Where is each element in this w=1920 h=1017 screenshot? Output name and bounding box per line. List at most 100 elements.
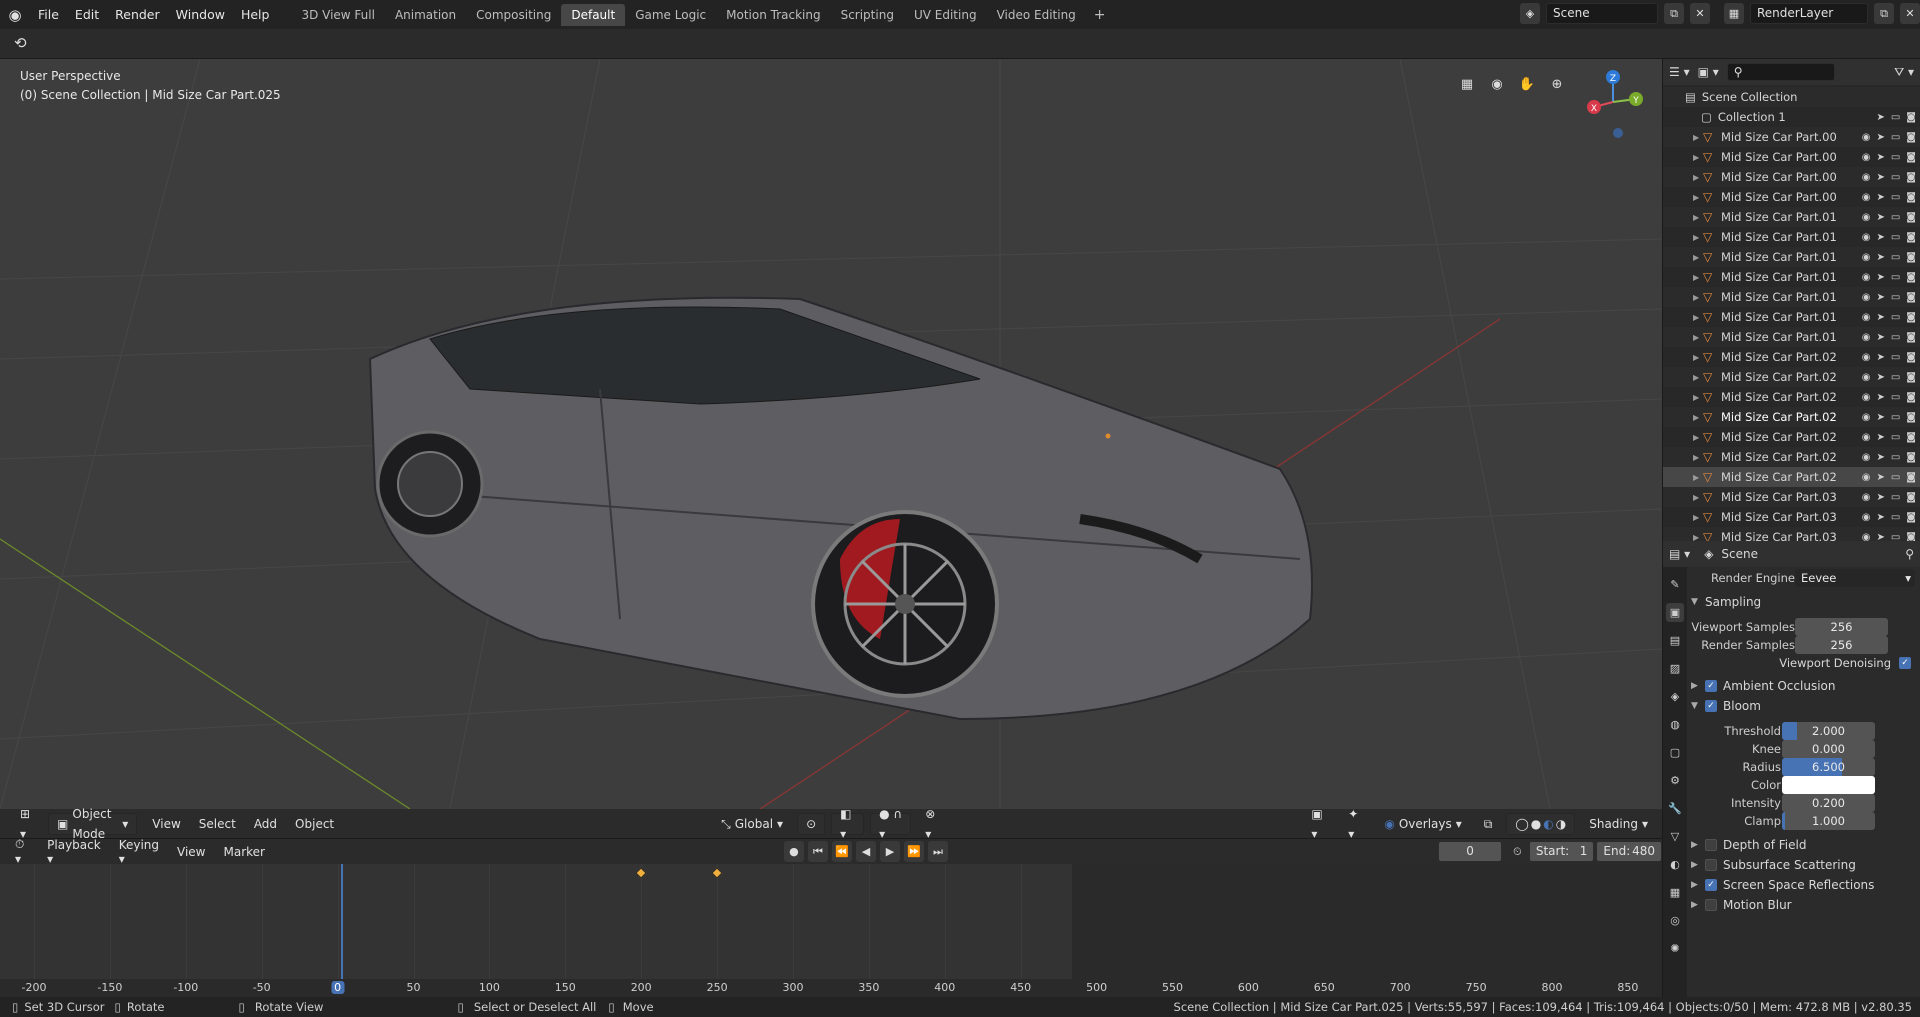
sss-checkbox[interactable] xyxy=(1705,859,1717,871)
select-icon[interactable]: ➤ xyxy=(1876,112,1884,123)
outliner-object-row[interactable]: ▶ ▽ Mid Size Car Part.00 ◉ ➤ ▭ ◙ xyxy=(1663,187,1920,207)
outliner-object-row[interactable]: ▶ ▽ Mid Size Car Part.01 ◉ ➤ ▭ ◙ xyxy=(1663,227,1920,247)
expand-arrow-icon[interactable]: ▶ xyxy=(1693,193,1703,202)
select-icon[interactable]: ➤ xyxy=(1876,132,1884,143)
viewport-denoising-row[interactable]: Viewport Denoising ✓ xyxy=(1687,652,1920,674)
outliner-search-input[interactable]: ⚲ xyxy=(1726,63,1835,81)
outliner-object-row[interactable]: ▶ ▽ Mid Size Car Part.03 ◉ ➤ ▭ ◙ xyxy=(1663,507,1920,527)
eye-icon[interactable]: ◉ xyxy=(1862,492,1871,503)
select-icon[interactable]: ➤ xyxy=(1876,152,1884,163)
expand-arrow-icon[interactable]: ▶ xyxy=(1693,173,1703,182)
car-model[interactable] xyxy=(368,296,1313,721)
close-scene-icon[interactable]: ✕ xyxy=(1690,3,1710,24)
current-frame-field[interactable]: 0 xyxy=(1437,841,1503,862)
outliner-object-row[interactable]: ▶ ▽ Mid Size Car Part.00 ◉ ➤ ▭ ◙ xyxy=(1663,167,1920,187)
bloom-panel[interactable]: ▼ ✓ Bloom xyxy=(1691,695,1917,717)
viewport-icon[interactable]: ▭ xyxy=(1891,332,1900,343)
overlays-dropdown[interactable]: ◉ Overlays ▾ xyxy=(1376,813,1469,835)
render-icon[interactable]: ◙ xyxy=(1906,192,1916,203)
outliner-editor-icon[interactable]: ☰ ▾ xyxy=(1669,65,1690,79)
viewport-icon[interactable]: ▭ xyxy=(1891,152,1900,163)
outliner-object-row[interactable]: ▶ ▽ Mid Size Car Part.01 ◉ ➤ ▭ ◙ xyxy=(1663,207,1920,227)
outliner-object-row[interactable]: ▶ ▽ Mid Size Car Part.02 ◉ ➤ ▭ ◙ xyxy=(1663,367,1920,387)
snap-icon[interactable]: ◧ ▾ xyxy=(831,807,865,841)
viewport-icon[interactable]: ▭ xyxy=(1891,232,1900,243)
render-icon[interactable]: ◙ xyxy=(1906,392,1916,403)
outliner-object-row[interactable]: ▶ ▽ Mid Size Car Part.02 ◉ ➤ ▭ ◙ xyxy=(1663,407,1920,427)
select-icon[interactable]: ➤ xyxy=(1876,332,1884,343)
texture-tab-icon[interactable]: ▦ xyxy=(1666,883,1684,902)
select-icon[interactable]: ➤ xyxy=(1876,432,1884,443)
select-icon[interactable]: ➤ xyxy=(1876,372,1884,383)
timeline-area[interactable] xyxy=(0,864,1662,979)
render-icon[interactable]: ◙ xyxy=(1906,412,1916,423)
menu-render[interactable]: Render xyxy=(107,0,168,29)
orientation-dropdown[interactable]: ⤡ Global ▾ xyxy=(713,813,791,835)
expand-arrow-icon[interactable]: ▶ xyxy=(1693,453,1703,462)
gizmo-toggle-icon[interactable]: ✦ ▾ xyxy=(1340,807,1370,841)
tab-scripting[interactable]: Scripting xyxy=(831,4,904,26)
eye-icon[interactable]: ◉ xyxy=(1862,352,1871,363)
play-icon[interactable]: ▶ xyxy=(879,841,900,862)
render-icon[interactable]: ◙ xyxy=(1906,272,1916,283)
menu-edit[interactable]: Edit xyxy=(67,0,107,29)
menu-help[interactable]: Help xyxy=(233,0,278,29)
shading-modes[interactable]: ◯ ● ◐ ◑ xyxy=(1506,812,1576,835)
menu-view[interactable]: View xyxy=(143,817,189,831)
ssr-checkbox[interactable]: ✓ xyxy=(1705,879,1717,891)
outliner-object-row[interactable]: ▶ ▽ Mid Size Car Part.02 ◉ ➤ ▭ ◙ xyxy=(1663,387,1920,407)
render-icon[interactable]: ◙ xyxy=(1906,212,1916,223)
expand-arrow-icon[interactable]: ▶ xyxy=(1693,493,1703,502)
menu-object[interactable]: Object xyxy=(286,817,343,831)
expand-arrow-icon[interactable]: ▶ xyxy=(1693,313,1703,322)
viewport-icon[interactable]: ▭ xyxy=(1891,312,1900,323)
object-tab-icon[interactable]: ▢ xyxy=(1666,743,1684,762)
render-icon[interactable]: ◙ xyxy=(1906,432,1916,443)
outliner-object-row[interactable]: ▶ ▽ Mid Size Car Part.02 ◉ ➤ ▭ ◙ xyxy=(1663,347,1920,367)
visibility-icon[interactable]: ▣ ▾ xyxy=(1303,807,1334,841)
viewport-icon[interactable]: ▭ xyxy=(1891,272,1900,283)
proportional-edit-icon[interactable]: ● ∩ ▾ xyxy=(870,807,912,841)
viewport-icon[interactable]: ▭ xyxy=(1891,512,1900,523)
close-layer-icon[interactable]: ✕ xyxy=(1900,3,1920,24)
viewport-icon[interactable]: ▭ xyxy=(1891,352,1900,363)
select-icon[interactable]: ➤ xyxy=(1876,212,1884,223)
eye-icon[interactable]: ◉ xyxy=(1862,292,1871,303)
editor-type-icon[interactable]: ⊞ ▾ xyxy=(12,807,42,841)
ssr-panel[interactable]: ▶ ✓ Screen Space Reflections xyxy=(1691,874,1917,896)
outliner-object-row[interactable]: ▶ ▽ Mid Size Car Part.01 ◉ ➤ ▭ ◙ xyxy=(1663,267,1920,287)
select-icon[interactable]: ➤ xyxy=(1876,312,1884,323)
viewport-icon[interactable]: ▭ xyxy=(1891,172,1900,183)
particles-tab-icon[interactable]: ✺ xyxy=(1666,939,1684,958)
render-icon[interactable]: ◙ xyxy=(1906,472,1916,483)
gizmo-neg-z-icon[interactable] xyxy=(1613,128,1623,138)
add-workspace-button[interactable]: + xyxy=(1086,7,1114,23)
properties-editor-icon[interactable]: ▤ ▾ xyxy=(1669,547,1690,561)
select-icon[interactable]: ➤ xyxy=(1876,512,1884,523)
tab-game-logic[interactable]: Game Logic xyxy=(625,4,716,26)
tab-default[interactable]: Default xyxy=(561,3,626,26)
render-icon[interactable]: ◙ xyxy=(1906,312,1916,323)
solid-icon[interactable]: ● xyxy=(1531,814,1541,834)
expand-arrow-icon[interactable]: ▶ xyxy=(1693,433,1703,442)
eye-icon[interactable]: ◉ xyxy=(1862,192,1871,203)
viewport-icon[interactable]: ▭ xyxy=(1891,432,1900,443)
expand-arrow-icon[interactable]: ▶ xyxy=(1693,393,1703,402)
expand-arrow-icon[interactable]: ▶ xyxy=(1693,413,1703,422)
viewport-icon[interactable]: ▭ xyxy=(1891,192,1900,203)
render-icon[interactable]: ◙ xyxy=(1906,352,1916,363)
viewport-icon[interactable]: ▭ xyxy=(1891,452,1900,463)
menu-marker[interactable]: Marker xyxy=(215,845,274,859)
menu-add[interactable]: Add xyxy=(245,817,286,831)
outliner-object-row[interactable]: ▶ ▽ Mid Size Car Part.01 ◉ ➤ ▭ ◙ xyxy=(1663,247,1920,267)
outliner-object-row[interactable]: ▶ ▽ Mid Size Car Part.03 ◉ ➤ ▭ ◙ xyxy=(1663,487,1920,507)
viewport-icon[interactable]: ▭ xyxy=(1891,132,1900,143)
modifiers-tab-icon[interactable]: 🔧 xyxy=(1666,799,1684,818)
outliner-object-row[interactable]: ▶ ▽ Mid Size Car Part.01 ◉ ➤ ▭ ◙ xyxy=(1663,307,1920,327)
material-tab-icon[interactable]: ◐ xyxy=(1666,855,1684,874)
motion-blur-checkbox[interactable] xyxy=(1705,899,1717,911)
tab-uv-editing[interactable]: UV Editing xyxy=(904,4,987,26)
scene-icon[interactable]: ◈ xyxy=(1520,3,1540,24)
blender-logo-icon[interactable]: ◉ xyxy=(0,0,30,29)
pin-icon[interactable]: ⚲ xyxy=(1905,547,1914,561)
